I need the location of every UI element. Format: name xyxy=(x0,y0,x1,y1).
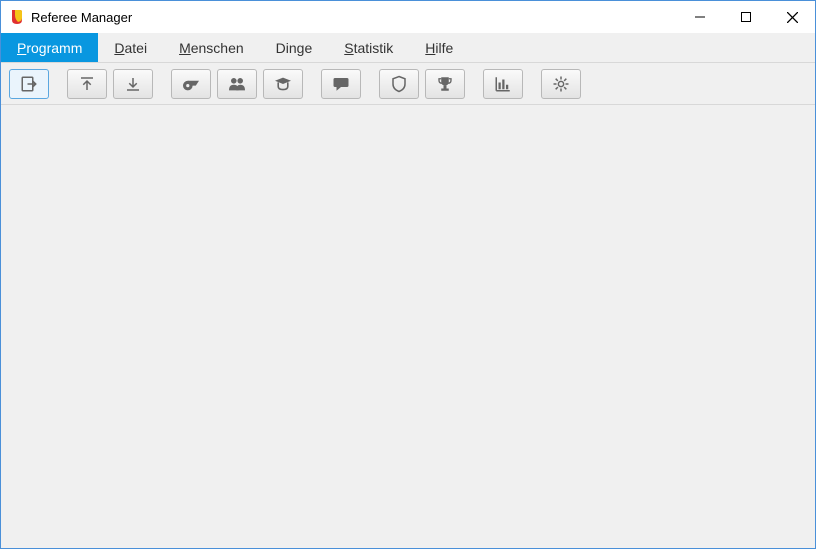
gear-icon xyxy=(552,75,570,93)
statistics-button[interactable] xyxy=(483,69,523,99)
referees-button[interactable] xyxy=(171,69,211,99)
shield-button[interactable] xyxy=(379,69,419,99)
toolbar-separator xyxy=(159,69,171,98)
menu-item-programm[interactable]: Programm xyxy=(1,33,98,62)
whistle-icon xyxy=(181,76,201,92)
people-icon xyxy=(227,76,247,92)
titlebar: Referee Manager xyxy=(1,1,815,33)
menu-item-menschen[interactable]: Menschen xyxy=(163,33,260,62)
graduate-icon xyxy=(273,76,293,92)
download-button[interactable] xyxy=(113,69,153,99)
toolbar xyxy=(1,63,815,105)
content-area xyxy=(1,105,815,548)
people-button[interactable] xyxy=(217,69,257,99)
window-controls xyxy=(677,1,815,33)
toolbar-separator xyxy=(529,69,541,98)
app-icon xyxy=(9,9,25,25)
upload-button[interactable] xyxy=(67,69,107,99)
menubar: ProgrammDateiMenschenDingeStatistikHilfe xyxy=(1,33,815,63)
shield-icon xyxy=(391,75,407,93)
chart-icon xyxy=(494,75,512,93)
menu-item-dinge[interactable]: Dinge xyxy=(260,33,329,62)
toolbar-separator xyxy=(471,69,483,98)
exit-icon xyxy=(20,75,38,93)
toolbar-separator xyxy=(55,69,67,98)
maximize-button[interactable] xyxy=(723,1,769,33)
upload-icon xyxy=(78,75,96,93)
menu-item-hilfe[interactable]: Hilfe xyxy=(409,33,469,62)
message-icon xyxy=(332,76,350,92)
close-button[interactable] xyxy=(769,1,815,33)
toolbar-separator xyxy=(367,69,379,98)
trophy-button[interactable] xyxy=(425,69,465,99)
menu-item-datei[interactable]: Datei xyxy=(98,33,163,62)
minimize-button[interactable] xyxy=(677,1,723,33)
window-title: Referee Manager xyxy=(31,10,132,25)
toolbar-separator xyxy=(309,69,321,98)
settings-button[interactable] xyxy=(541,69,581,99)
trophy-icon xyxy=(436,75,454,93)
messages-button[interactable] xyxy=(321,69,361,99)
exit-button[interactable] xyxy=(9,69,49,99)
download-icon xyxy=(124,75,142,93)
menu-item-statistik[interactable]: Statistik xyxy=(328,33,409,62)
trainees-button[interactable] xyxy=(263,69,303,99)
